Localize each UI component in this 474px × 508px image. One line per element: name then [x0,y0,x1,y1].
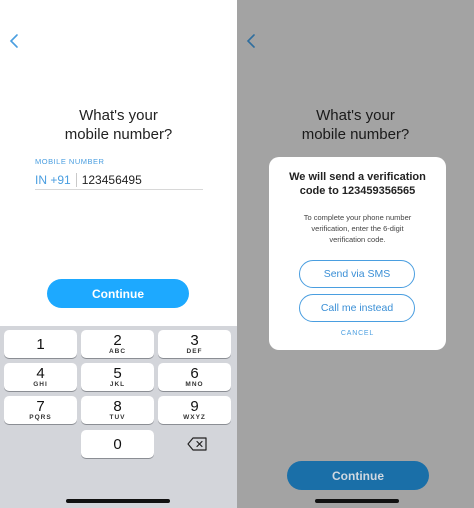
phone-entry-screen: What's your mobile number? MOBILE NUMBER… [0,0,237,508]
key-9[interactable]: 9 WXYZ [158,396,231,424]
key-letters: ABC [108,347,127,355]
key-2[interactable]: 2 ABC [81,330,154,358]
key-8[interactable]: 8 TUV [81,396,154,424]
key-letters: MNO [185,380,204,388]
dialog-message-line-3: verification code. [329,235,386,244]
key-3[interactable]: 3 DEF [158,330,231,358]
back-chevron-icon [243,30,261,52]
back-chevron-icon[interactable] [6,30,24,52]
dialog-message-line-1: To complete your phone number [303,213,412,222]
key-letters: TUV [109,413,126,421]
continue-button: Continue [287,461,429,490]
key-7[interactable]: 7 PQRS [4,396,77,424]
dialog-title-line-1: We will send a verification [289,171,426,183]
key-5[interactable]: 5 JKL [81,363,154,391]
backspace-icon[interactable] [181,434,213,454]
country-code-selector[interactable]: IN +91 [35,173,77,187]
key-letters: GHI [33,380,48,388]
key-letters: JKL [109,380,126,388]
key-digit: 6 [190,364,199,382]
mobile-number-field[interactable]: IN +91 123456495 [35,171,203,189]
title-line-1: What's your [79,107,158,124]
home-indicator [315,499,399,503]
title-line-2: mobile number? [64,126,173,143]
key-digit: 7 [36,397,45,415]
numeric-keypad: 1 2 ABC 3 DEF 4 GHI 5 JKL 6 MNO 7 PQRS 8… [0,326,237,508]
title-line-2: mobile number? [301,126,410,143]
dialog-message-line-2: verification, enter the 6-digit [311,224,404,233]
key-0[interactable]: 0 [81,430,154,458]
verification-dialog: We will send a verification code to 1234… [269,157,446,350]
continue-button[interactable]: Continue [47,279,189,308]
key-digit: 3 [190,331,199,349]
key-4[interactable]: 4 GHI [4,363,77,391]
key-digit: 1 [36,335,45,353]
key-digit: 0 [113,435,122,453]
key-letters: WXYZ [183,413,206,421]
page-title: What's your mobile number? [0,106,237,144]
verification-dialog-screen: What's your mobile number? We will send … [237,0,474,508]
key-6[interactable]: 6 MNO [158,363,231,391]
dialog-message: To complete your phone number verificati… [281,212,434,245]
key-digit: 2 [113,331,122,349]
mobile-number-label: MOBILE NUMBER [35,157,105,166]
field-underline [35,189,203,190]
dialog-title-line-2: code to 123459356565 [299,185,416,197]
key-letters: PQRS [29,413,52,421]
title-line-1: What's your [316,107,395,124]
page-title: What's your mobile number? [237,106,474,144]
cancel-button[interactable]: CANCEL [269,330,446,337]
key-digit: 4 [36,364,45,382]
key-digit: 5 [113,364,122,382]
call-me-instead-button[interactable]: Call me instead [299,294,415,322]
key-digit: 8 [113,397,122,415]
key-digit: 9 [190,397,199,415]
key-letters: DEF [186,347,203,355]
dialog-title: We will send a verification code to 1234… [269,170,446,198]
phone-number-input[interactable]: 123456495 [77,173,142,187]
send-via-sms-button[interactable]: Send via SMS [299,260,415,288]
key-1[interactable]: 1 [4,330,77,358]
home-indicator [66,499,170,503]
